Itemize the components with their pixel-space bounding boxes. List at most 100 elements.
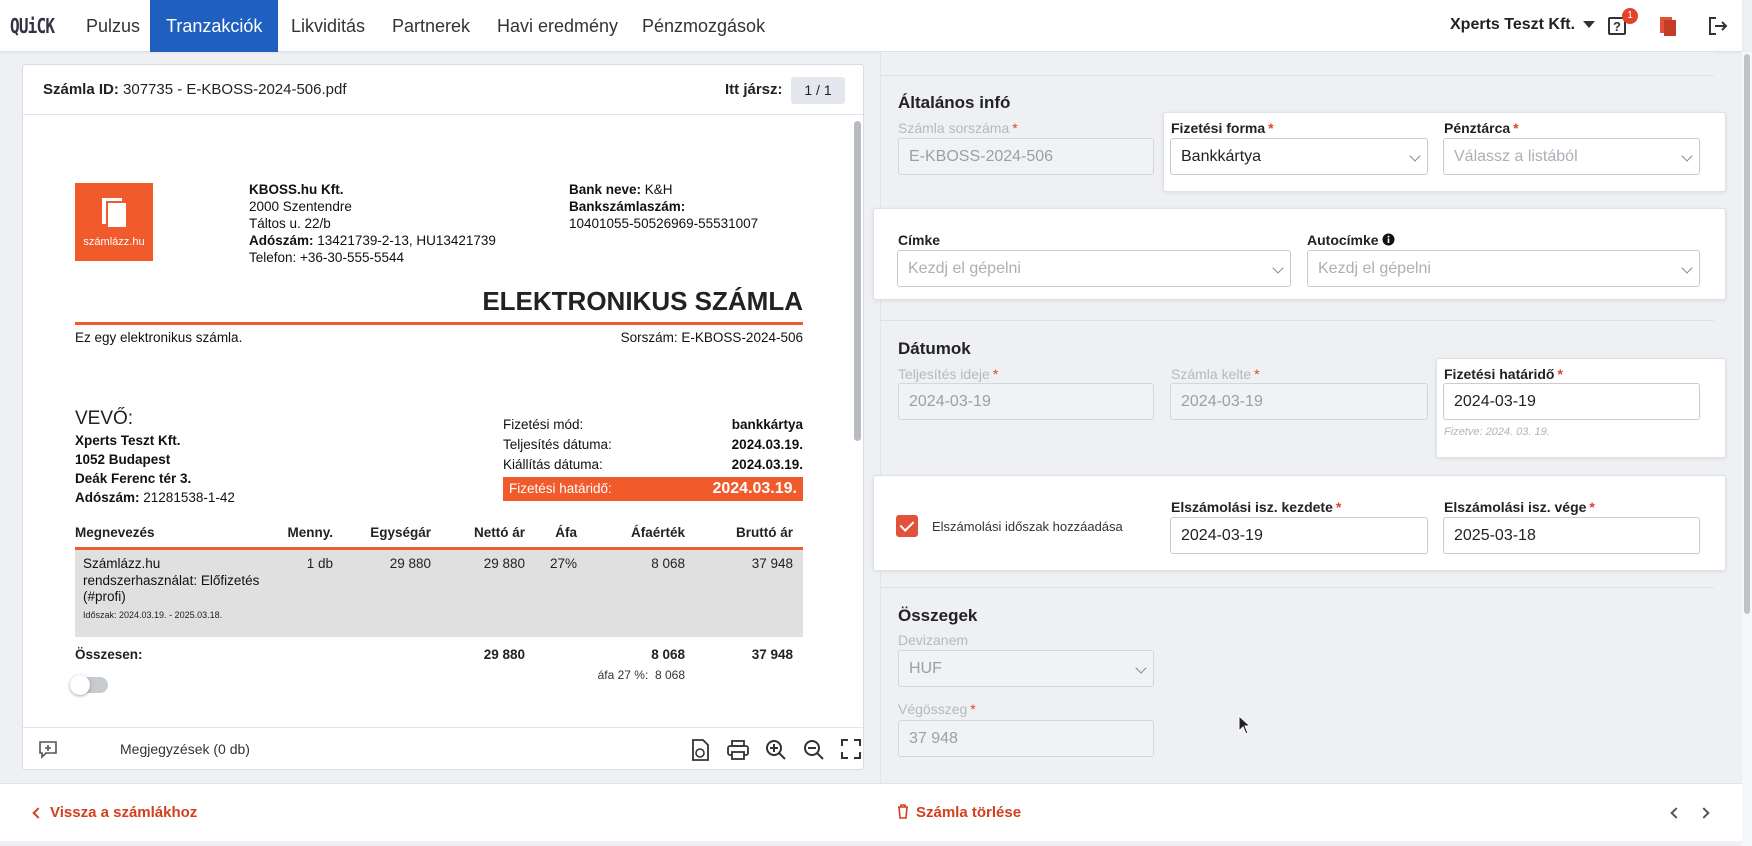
section-divider <box>880 587 1714 588</box>
period-start-label-text: Elszámolási isz. kezdete <box>1171 499 1333 515</box>
add-comment-icon[interactable] <box>37 738 59 760</box>
issue-row: Kiállítás dátuma: 2024.03.19. <box>503 455 803 475</box>
download-pdf-icon[interactable] <box>689 738 711 762</box>
autotag-label: Autocímke <box>1307 232 1395 248</box>
item-description: Számlázz.hu rendszerhasználat: Előfizeté… <box>83 556 259 606</box>
zoom-out-icon[interactable] <box>802 738 826 762</box>
due-input[interactable]: 2024-03-19 <box>1443 383 1700 420</box>
general-title: Általános infó <box>898 93 1011 112</box>
section-divider <box>880 75 1714 76</box>
app-logo[interactable]: QUiCK <box>10 14 55 38</box>
szamlazz-logo: számlázz.hu <box>75 183 153 261</box>
wallet-label-text: Pénztárca <box>1444 120 1511 136</box>
seller-tax-value: 13421739-2-13, HU13421739 <box>317 233 496 248</box>
chevron-down-icon <box>1681 150 1693 162</box>
wallet-select[interactable]: Válassz a listából <box>1443 138 1700 175</box>
payment-label-text: Fizetési forma <box>1171 120 1266 136</box>
tab-penzmozgasok[interactable]: Pénzmozgások <box>626 0 781 52</box>
required-mark: * <box>1254 366 1260 382</box>
wallet-placeholder: Válassz a listából <box>1454 148 1578 165</box>
notes-toggle[interactable] <box>70 675 108 695</box>
company-name: Xperts Teszt Kft. <box>1450 16 1576 33</box>
fulfil-label: Teljesítés dátuma: <box>503 437 612 452</box>
col-qty: Menny. <box>287 525 333 540</box>
invoice-id: Számla ID: 307735 - E-KBOSS-2024-506.pdf <box>43 81 347 98</box>
tab-pulzus[interactable]: Pulzus <box>70 0 156 52</box>
period-start-input[interactable]: 2024-03-19 <box>1170 517 1428 554</box>
period-end-input[interactable]: 2025-03-18 <box>1443 517 1700 554</box>
col-vat-rate: Áfa <box>555 525 577 540</box>
item-vat-rate: 27% <box>549 556 577 571</box>
tag-input[interactable]: Kezdj el gépelni <box>897 250 1291 287</box>
page-scrollbar-thumb[interactable] <box>1744 54 1750 614</box>
required-mark: * <box>992 366 999 382</box>
item-qty: 1 db <box>306 556 333 571</box>
info-icon[interactable] <box>1382 233 1395 246</box>
required-mark: * <box>1557 366 1563 382</box>
period-checkbox[interactable] <box>896 515 918 537</box>
account-number: 10401055-50526969-55531007 <box>569 216 759 231</box>
chevron-down-icon <box>1409 150 1421 162</box>
print-icon[interactable] <box>726 739 750 761</box>
currency-select[interactable]: HUF <box>898 650 1154 687</box>
vat-breakdown-value: 8 068 <box>654 668 685 682</box>
pay-method-label: Fizetési mód: <box>503 417 584 432</box>
documents-icon[interactable] <box>1656 14 1680 38</box>
due-label: Fizetési határidő * <box>1444 366 1563 382</box>
page-indicator[interactable]: 1 / 1 <box>791 77 845 104</box>
required-mark: * <box>1513 120 1519 136</box>
item-line-3: (#profi) <box>83 589 126 604</box>
dates-title: Dátumok <box>898 339 971 358</box>
bottom-bar: Vissza a számlákhoz Számla törlése <box>0 783 1742 841</box>
viewer-footer: Megjegyzések (0 db) <box>23 727 863 771</box>
chevron-down-icon <box>1583 21 1596 29</box>
viewer-scrollbar[interactable] <box>852 117 862 717</box>
tab-havi-eredmeny[interactable]: Havi eredmény <box>481 0 634 52</box>
logout-icon[interactable] <box>1706 14 1730 38</box>
seller-block: KBOSS.hu Kft. 2000 Szentendre Táltos u. … <box>249 181 496 266</box>
delete-invoice-button[interactable]: Számla törlése <box>897 804 1021 821</box>
bank-block: Bank neve: K&H Bankszámlaszám: 10401055-… <box>569 181 758 232</box>
tab-likviditas[interactable]: Likviditás <box>275 0 381 52</box>
issue-label: Kiállítás dátuma: <box>503 457 603 472</box>
page-scrollbar[interactable] <box>1742 52 1752 846</box>
tab-partnerek[interactable]: Partnerek <box>376 0 486 52</box>
delete-label: Számla törlése <box>916 804 1022 821</box>
chevron-down-icon <box>1135 662 1147 674</box>
viewer-scrollbar-thumb[interactable] <box>854 121 861 441</box>
chevron-down-icon <box>1681 262 1693 274</box>
tag-placeholder: Kezdj el gépelni <box>908 260 1021 277</box>
amounts-title: Összegek <box>898 606 978 625</box>
fullscreen-icon[interactable] <box>840 738 862 760</box>
payment-select[interactable]: Bankkártya <box>1170 138 1428 175</box>
total-input[interactable]: 37 948 <box>898 720 1154 757</box>
invoice-title: ELEKTRONIKUS SZÁMLA <box>482 286 803 316</box>
fulfil-label-text: Teljesítés ideje <box>898 366 990 382</box>
seller-tax: Adószám: 13421739-2-13, HU13421739 <box>249 232 496 249</box>
period-check-label[interactable]: Elszámolási időszak hozzáadása <box>932 519 1123 534</box>
due-date: 2024.03.19. <box>712 480 797 497</box>
zoom-in-icon[interactable] <box>764 738 788 762</box>
autotag-input[interactable]: Kezdj el gépelni <box>1307 250 1700 287</box>
invoice-id-value: 307735 - E-KBOSS-2024-506.pdf <box>123 81 347 98</box>
document-icon <box>102 198 128 229</box>
item-gross: 37 948 <box>751 556 793 571</box>
issue-date: 2024.03.19. <box>731 457 803 472</box>
required-mark: * <box>1012 120 1018 136</box>
next-arrow-icon[interactable] <box>1698 807 1710 819</box>
company-selector[interactable]: Xperts Teszt Kft. <box>1450 16 1596 34</box>
vat-breakdown-label: áfa 27 %: <box>597 668 649 682</box>
paid-note: Fizetve: 2024. 03. 19. <box>1444 426 1550 438</box>
viewer-header: Számla ID: 307735 - E-KBOSS-2024-506.pdf… <box>23 65 863 115</box>
back-button[interactable]: Vissza a számlákhoz <box>32 804 197 821</box>
invoice-no-input[interactable]: E-KBOSS-2024-506 <box>898 138 1154 175</box>
required-mark: * <box>1589 499 1595 515</box>
issue-input[interactable]: 2024-03-19 <box>1170 383 1428 420</box>
prev-arrow-icon[interactable] <box>1670 807 1682 819</box>
fulfil-input[interactable]: 2024-03-19 <box>898 383 1154 420</box>
fulfil-label: Teljesítés ideje * <box>898 366 998 382</box>
tab-tranzakciok[interactable]: Tranzakciók <box>150 0 279 52</box>
item-unit: 29 880 <box>389 556 431 571</box>
section-divider <box>880 320 1714 321</box>
invoice-serial: Sorszám: E-KBOSS-2024-506 <box>620 330 803 345</box>
